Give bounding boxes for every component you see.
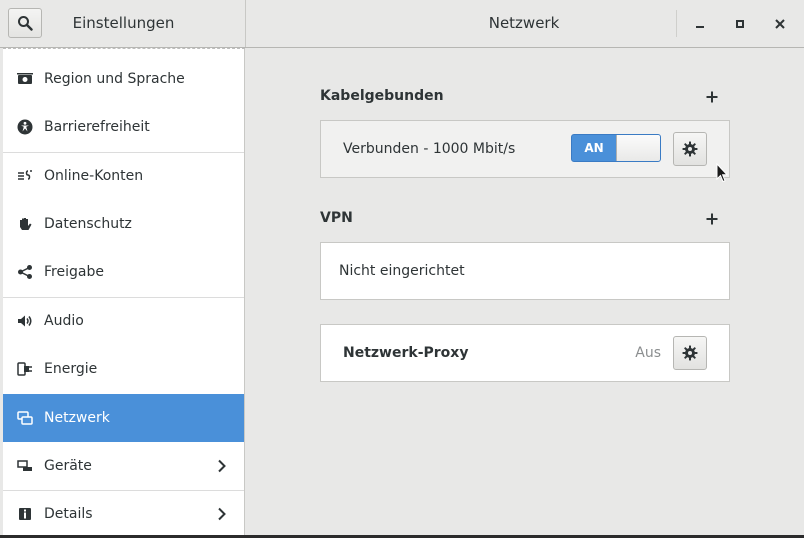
accessibility-icon [17,119,33,135]
minimize-icon [696,26,704,28]
wired-connection-row: Verbunden - 1000 Mbit/s AN [320,120,730,178]
close-icon [775,19,785,29]
vpn-empty-label: Nicht eingerichtet [339,263,465,279]
globe-icon [17,71,33,87]
search-button[interactable] [8,8,42,38]
sidebar-scroll-edge [3,48,245,50]
toggle-on-label: AN [584,141,604,155]
search-icon [18,16,33,31]
header-left-pane: Einstellungen [0,0,246,47]
sidebar-item-details[interactable]: Details [3,490,244,538]
sidebar-item-region[interactable]: Region und Sprache [3,55,244,103]
sidebar-item-label: Datenschutz [44,216,132,232]
sidebar-item-label: Audio [44,313,84,329]
minimize-button[interactable] [688,12,712,36]
wired-section-title: Kabelgebunden [320,88,444,104]
proxy-row[interactable]: Netzwerk-Proxy Aus [320,324,730,382]
panel-title: Netzwerk [488,14,560,32]
sidebar-item-devices[interactable]: Geräte [3,442,244,490]
online-accounts-icon [17,168,33,184]
sidebar-item-power[interactable]: Energie [3,345,244,393]
proxy-status-label: Aus [635,345,661,361]
close-button[interactable] [768,12,792,36]
gear-icon [682,345,698,361]
network-panel: Kabelgebunden Verbunden - 1000 Mbit/s AN [246,48,804,535]
devices-icon [17,458,33,474]
sidebar-item-network[interactable]: Netzwerk [3,394,244,442]
vpn-section-title: VPN [320,210,353,226]
wired-status-label: Verbunden - 1000 Mbit/s [343,141,516,157]
sidebar-item-sharing[interactable]: Freigabe [3,248,244,296]
add-vpn-button[interactable] [704,211,720,227]
sidebar-item-label: Region und Sprache [44,71,185,87]
speaker-icon [17,313,33,329]
chevron-right-icon [218,459,226,473]
header-bar: Einstellungen Netzwerk [0,0,804,48]
sidebar-item-label: Geräte [44,458,92,474]
app-title: Einstellungen [72,14,175,32]
settings-window: Einstellungen Netzwerk Region und Sprach… [0,0,804,535]
wired-toggle-switch[interactable]: AN [571,134,661,162]
info-icon [17,506,33,522]
proxy-settings-button[interactable] [673,336,707,370]
header-separator [676,10,677,37]
share-icon [17,264,33,280]
sidebar-item-label: Energie [44,361,98,377]
sidebar-item-label: Barrierefreiheit [44,119,150,135]
network-icon [17,410,33,426]
hand-icon [17,216,33,232]
power-plug-icon [17,361,33,377]
plus-icon [706,213,718,225]
sidebar-item-audio[interactable]: Audio [3,297,244,345]
proxy-title: Netzwerk-Proxy [343,345,469,361]
maximize-button[interactable] [728,12,752,36]
sidebar-item-label: Details [44,506,93,522]
vpn-list: Nicht eingerichtet [320,242,730,300]
mouse-pointer-icon [716,163,728,183]
chevron-right-icon [218,507,226,521]
sidebar: Region und Sprache Barrierefreiheit Onli… [3,48,245,535]
add-wired-button[interactable] [704,89,720,105]
maximize-icon [736,20,744,28]
toggle-knob [616,135,660,161]
wired-settings-button[interactable] [673,132,707,166]
sidebar-item-online-accounts[interactable]: Online-Konten [3,152,244,200]
sidebar-item-privacy[interactable]: Datenschutz [3,200,244,248]
gear-icon [682,141,698,157]
sidebar-item-label: Netzwerk [44,410,110,426]
sidebar-item-accessibility[interactable]: Barrierefreiheit [3,103,244,151]
plus-icon [706,91,718,103]
sidebar-item-label: Freigabe [44,264,104,280]
sidebar-item-label: Online-Konten [44,168,144,184]
